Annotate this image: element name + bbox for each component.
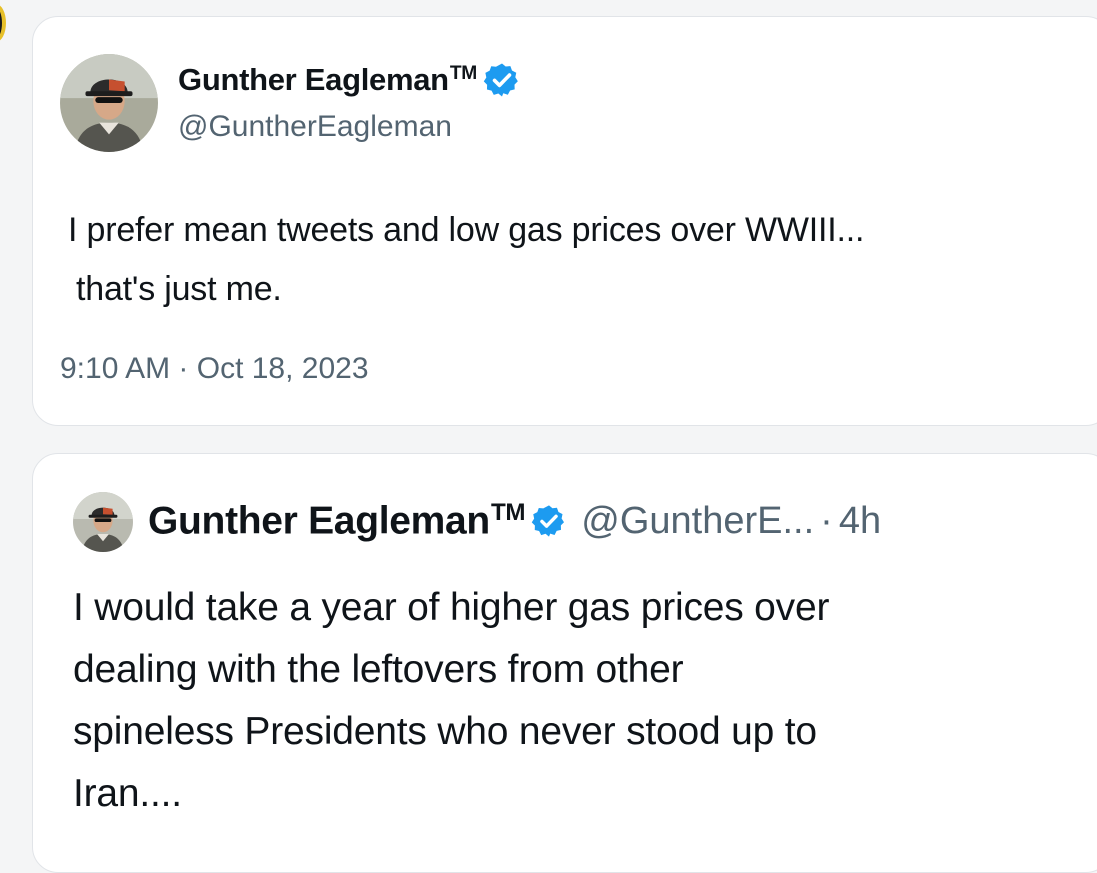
recent-tweet-card[interactable]: Gunther EaglemanTM @GuntherE... · 4h I w… bbox=[32, 453, 1097, 873]
corner-badge-fragment bbox=[0, 4, 6, 42]
tweet-text: I would take a year of higher gas prices… bbox=[73, 577, 829, 825]
original-tweet-card[interactable]: Gunther EaglemanTM @GuntherEagleman I pr… bbox=[32, 16, 1097, 426]
avatar[interactable] bbox=[73, 492, 133, 552]
tweet-text: I prefer mean tweets and low gas prices … bbox=[68, 201, 864, 319]
tweet-text-line: that's just me. bbox=[76, 270, 282, 308]
trademark-mark: TM bbox=[490, 499, 526, 526]
author-handle[interactable]: @GuntherEagleman bbox=[178, 110, 452, 144]
profile-photo-icon bbox=[60, 54, 158, 152]
tweet-text-line: I prefer mean tweets and low gas prices … bbox=[68, 211, 865, 249]
author-display-name[interactable]: Gunther EaglemanTM bbox=[178, 62, 477, 98]
verified-badge-icon bbox=[531, 503, 567, 539]
tweet-text-line: dealing with the leftovers from other bbox=[73, 648, 684, 691]
separator-dot: · bbox=[820, 499, 833, 542]
tweet-age[interactable]: 4h bbox=[839, 500, 881, 543]
profile-photo-icon bbox=[73, 492, 133, 552]
author-display-name[interactable]: Gunther EaglemanTM bbox=[148, 499, 526, 543]
author-name-row[interactable]: Gunther EaglemanTM bbox=[178, 61, 521, 99]
tweet-text-line: spineless Presidents who never stood up … bbox=[73, 710, 817, 753]
verified-badge-icon bbox=[483, 61, 521, 99]
author-handle[interactable]: @GuntherE... bbox=[581, 500, 814, 543]
trademark-mark: TM bbox=[449, 63, 477, 85]
tweet-text-line: I would take a year of higher gas prices… bbox=[73, 586, 830, 629]
author-name-row[interactable]: Gunther EaglemanTM @GuntherE... · 4h bbox=[148, 499, 881, 543]
avatar[interactable] bbox=[60, 54, 158, 152]
tweet-timestamp[interactable]: 9:10 AM · Oct 18, 2023 bbox=[60, 352, 369, 386]
tweet-text-line: Iran.... bbox=[73, 772, 182, 815]
